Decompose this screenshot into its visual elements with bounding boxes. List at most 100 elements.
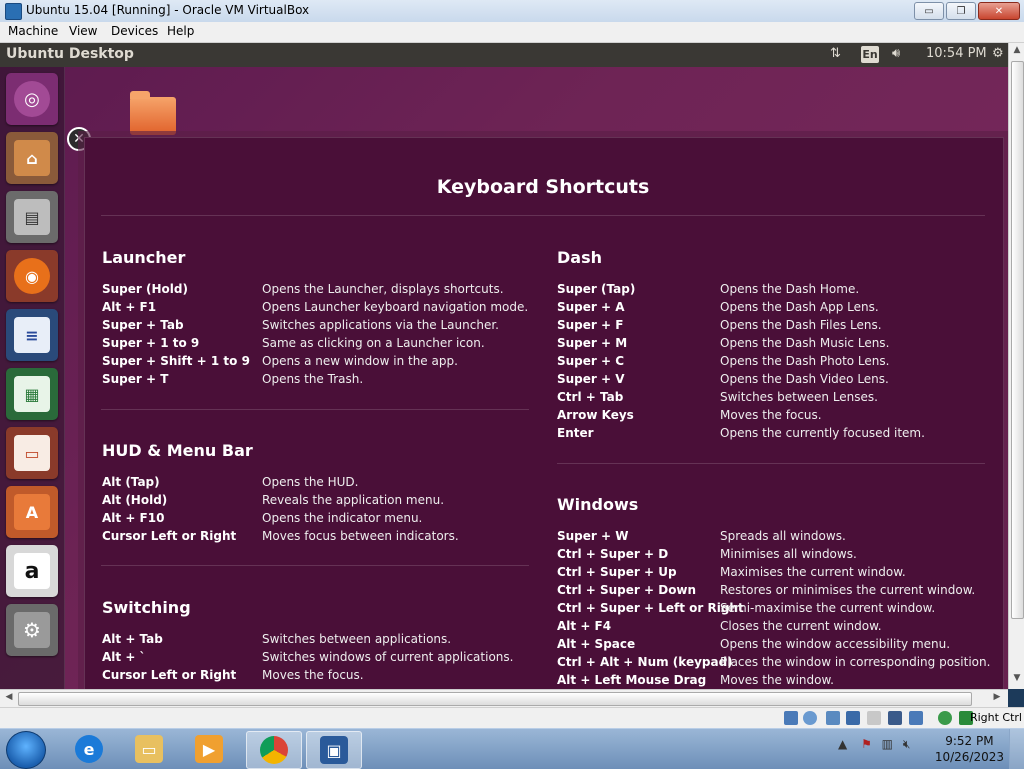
writer-icon[interactable]: ≡ xyxy=(6,309,58,361)
display-icon[interactable] xyxy=(909,711,923,725)
ubuntu-dash-icon[interactable]: ◎ xyxy=(6,73,58,125)
shortcut-key: Alt + Space xyxy=(557,637,636,651)
panel-title: Ubuntu Desktop xyxy=(6,46,134,62)
firefox-icon[interactable]: ◉ xyxy=(6,250,58,302)
virtualbox-menu-bar: Machine View Devices Help xyxy=(0,22,1024,43)
shortcut-desc: Opens the Dash App Lens. xyxy=(720,300,879,314)
windows-taskbar: e ▭ ▶ ▣ ▲ ⚑ ▥ 🔇︎ 9:52 PM 10/26/2023 xyxy=(0,728,1024,769)
shortcut-desc: Moves focus between indicators. xyxy=(262,529,459,543)
shortcut-key: Super + V xyxy=(557,372,625,386)
keyboard-layout-indicator[interactable]: En xyxy=(861,46,879,63)
volume-icon[interactable]: 🔊︎ xyxy=(892,46,900,61)
amazon-icon[interactable]: a xyxy=(6,545,58,597)
explorer-icon[interactable]: ▭ xyxy=(122,731,176,767)
audio-icon[interactable] xyxy=(826,711,840,725)
ubuntu-top-panel: Ubuntu Desktop ⇅ En 🔊︎ 10:54 PM ⚙ xyxy=(0,43,1008,67)
scroll-up-icon[interactable]: ▲ xyxy=(1011,45,1023,57)
shortcut-desc: Switches between Lenses. xyxy=(720,390,878,404)
network-adapter-icon[interactable] xyxy=(846,711,860,725)
virtualbox-icon[interactable]: ▣ xyxy=(306,731,362,769)
shortcut-desc: Restores or minimises the current window… xyxy=(720,583,976,597)
action-center-icon[interactable]: ⚑ xyxy=(861,737,872,751)
tray-expand-icon[interactable]: ▲ xyxy=(838,737,847,751)
shortcut-desc: Semi-maximise the current window. xyxy=(720,601,936,615)
section-divider xyxy=(557,463,985,464)
optical-drive-icon[interactable] xyxy=(803,711,817,725)
virtualbox-app-icon xyxy=(5,3,22,20)
shortcut-key: Cursor Left or Right xyxy=(102,668,237,682)
clock-time: 9:52 PM xyxy=(945,734,994,748)
shortcut-desc: Switches between applications. xyxy=(262,632,452,646)
shortcut-key: Ctrl + Super + Down xyxy=(557,583,697,597)
vertical-scroll-thumb[interactable] xyxy=(1011,61,1024,619)
system-settings-icon[interactable]: ⚙ xyxy=(6,604,58,656)
scroll-down-icon[interactable]: ▼ xyxy=(1011,673,1023,685)
shortcut-desc: Opens the Dash Files Lens. xyxy=(720,318,882,332)
shortcut-key: Ctrl + Tab xyxy=(557,390,624,404)
scroll-left-icon[interactable]: ◀ xyxy=(2,692,16,706)
files-icon[interactable]: ▤ xyxy=(6,191,58,243)
power-gear-icon[interactable]: ⚙ xyxy=(992,46,1004,61)
shortcut-key: Super + Tab xyxy=(102,318,184,332)
vertical-scrollbar[interactable]: ▲ ▼ xyxy=(1008,43,1024,689)
restore-button[interactable]: ❐ xyxy=(946,2,976,20)
panel-clock[interactable]: 10:54 PM xyxy=(926,46,987,61)
section-dash-heading: Dash xyxy=(557,248,602,267)
horizontal-scrollbar[interactable]: ◀ ▶ xyxy=(0,689,1008,708)
usb-icon[interactable] xyxy=(867,711,881,725)
shortcut-key: Alt + ` xyxy=(102,650,146,664)
scroll-right-icon[interactable]: ▶ xyxy=(990,692,1004,706)
section-divider xyxy=(101,565,529,566)
show-desktop-button[interactable] xyxy=(1009,729,1024,769)
calc-icon[interactable]: ▦ xyxy=(6,368,58,420)
shared-folders-icon[interactable] xyxy=(888,711,902,725)
shortcut-desc: Opens the Dash Music Lens. xyxy=(720,336,890,350)
shortcut-key: Super + C xyxy=(557,354,625,368)
menu-devices[interactable]: Devices xyxy=(111,24,158,38)
section-windows-heading: Windows xyxy=(557,495,639,514)
media-player-icon[interactable]: ▶ xyxy=(182,731,236,767)
shortcut-desc: Switches applications via the Launcher. xyxy=(262,318,499,332)
shortcut-desc: Minimises all windows. xyxy=(720,547,857,561)
menu-view[interactable]: View xyxy=(69,24,97,38)
chrome-icon[interactable] xyxy=(246,731,302,769)
system-tray: ▲ ⚑ ▥ 🔇︎ xyxy=(838,737,910,752)
shortcut-key: Super + A xyxy=(557,300,625,314)
shortcut-key: Alt + Left Mouse Drag xyxy=(557,673,707,687)
capture-icon[interactable] xyxy=(938,711,952,725)
shortcut-key: Alt (Hold) xyxy=(102,493,168,507)
close-button[interactable]: ✕ xyxy=(978,2,1020,20)
shortcut-key: Arrow Keys xyxy=(557,408,634,422)
title-divider xyxy=(101,215,985,216)
network-tray-icon[interactable]: ▥ xyxy=(882,737,893,751)
shortcut-desc: Closes the current window. xyxy=(720,619,882,633)
shortcut-key: Cursor Left or Right xyxy=(102,529,237,543)
section-switching-heading: Switching xyxy=(102,598,191,617)
shortcut-key: Ctrl + Alt + Num (keypad) xyxy=(557,655,733,669)
menu-help[interactable]: Help xyxy=(167,24,194,38)
shortcut-key: Enter xyxy=(557,426,594,440)
hard-disk-icon[interactable] xyxy=(784,711,798,725)
internet-explorer-icon[interactable]: e xyxy=(62,731,116,767)
section-launcher-heading: Launcher xyxy=(102,248,186,267)
shortcut-key: Ctrl + Super + D xyxy=(557,547,669,561)
shortcut-key: Alt + F1 xyxy=(102,300,157,314)
host-key-label: Right Ctrl xyxy=(969,711,1022,724)
shortcut-key: Super + F xyxy=(557,318,624,332)
desktop-folder-icon[interactable] xyxy=(130,91,176,135)
minimize-button[interactable]: ▭ xyxy=(914,2,944,20)
network-icon[interactable]: ⇅ xyxy=(830,46,841,61)
taskbar-clock[interactable]: 9:52 PM 10/26/2023 xyxy=(935,733,1004,765)
volume-muted-icon[interactable]: 🔇︎ xyxy=(903,737,911,751)
start-button[interactable] xyxy=(6,731,46,769)
software-center-icon[interactable]: A xyxy=(6,486,58,538)
shortcut-desc: Opens the currently focused item. xyxy=(720,426,925,440)
menu-machine[interactable]: Machine xyxy=(8,24,58,38)
shortcut-key: Alt (Tap) xyxy=(102,475,160,489)
horizontal-scroll-thumb[interactable] xyxy=(18,692,972,706)
impress-icon[interactable]: ▭ xyxy=(6,427,58,479)
system-installer-icon[interactable]: ⌂ xyxy=(6,132,58,184)
shortcut-key: Super + T xyxy=(102,372,169,386)
shortcut-key: Ctrl + Super + Left or Right xyxy=(557,601,744,615)
shortcut-desc: Same as clicking on a Launcher icon. xyxy=(262,336,485,350)
